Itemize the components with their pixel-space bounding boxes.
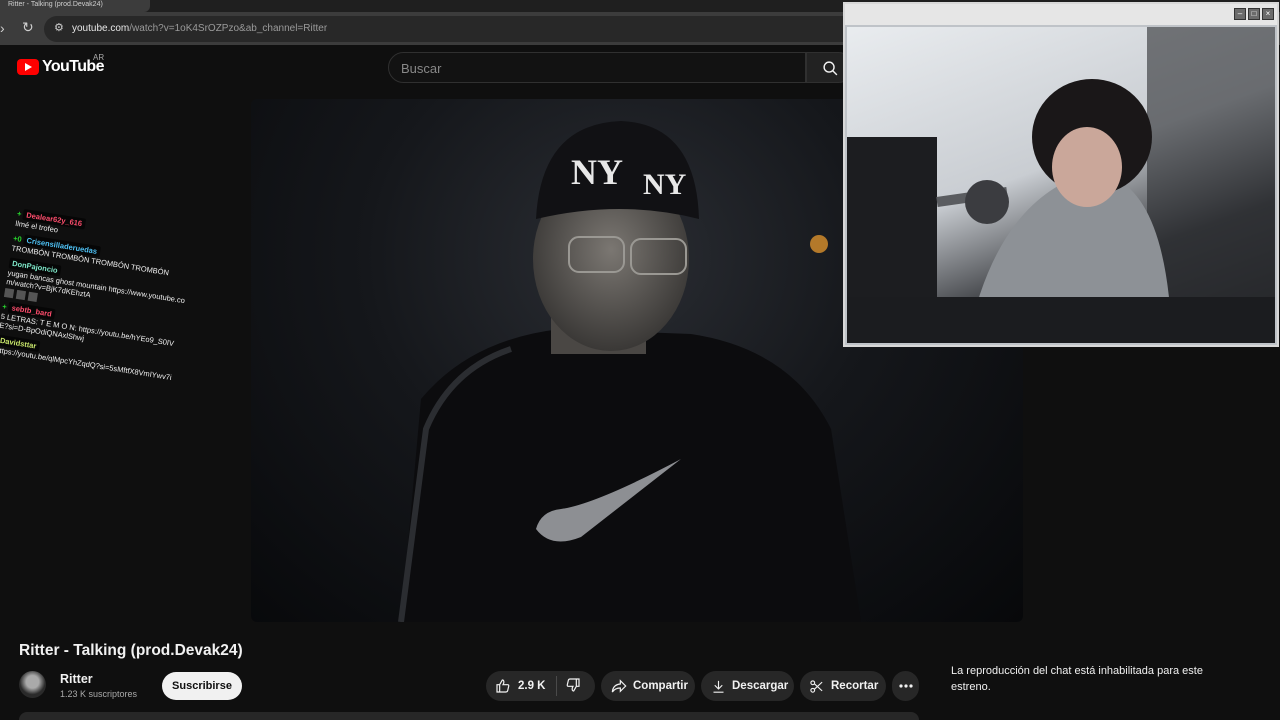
svg-text:NY: NY	[571, 152, 623, 192]
search-icon	[823, 61, 838, 76]
download-icon	[713, 680, 724, 693]
download-button[interactable]: Descargar	[701, 671, 794, 701]
avatar[interactable]	[19, 671, 46, 698]
subscriber-count: 1.23 K suscriptores	[60, 689, 138, 699]
reload-icon[interactable]: ↻	[22, 19, 34, 36]
webcam-feed	[847, 27, 1275, 343]
chat-badge-icon: +	[1, 301, 8, 312]
stream-chat-overlay: + Dealear62y_616 llmé el trofeo +0 Crisensil…	[0, 208, 196, 483]
emote-icon	[27, 291, 38, 302]
country-code: AR	[93, 53, 105, 62]
chat-disabled-message: La reproducción del chat está inhabilita…	[951, 665, 1203, 693]
download-label: Descargar	[732, 680, 789, 692]
url-path: /watch?v=1oK4SrOZPzo&ab_channel=Ritter	[129, 23, 328, 34]
search-box	[388, 52, 806, 84]
minimize-icon[interactable]: –	[1234, 8, 1246, 20]
browser-tab[interactable]: Ritter - Talking (prod.Devak24)	[0, 0, 150, 12]
svg-text:NY: NY	[643, 168, 687, 201]
emote-icon	[3, 287, 15, 298]
channel-name[interactable]: Ritter	[60, 672, 93, 686]
more-horizontal-icon	[898, 684, 913, 688]
maximize-icon[interactable]: □	[1248, 8, 1260, 20]
forward-icon[interactable]: ›	[0, 20, 5, 36]
thumbs-down-icon	[566, 677, 580, 692]
youtube-play-icon	[17, 59, 39, 75]
video-title: Ritter - Talking (prod.Devak24)	[19, 642, 243, 659]
close-icon[interactable]: ×	[1262, 8, 1274, 20]
share-button[interactable]: Compartir	[601, 671, 695, 701]
thumbs-up-icon	[496, 679, 510, 693]
more-actions-button[interactable]	[892, 671, 919, 701]
like-button[interactable]: 2.9 K	[486, 678, 546, 694]
like-count: 2.9 K	[518, 680, 546, 692]
clip-button[interactable]: Recortar	[800, 671, 886, 701]
dislike-button[interactable]	[565, 677, 581, 696]
clip-label: Recortar	[831, 680, 879, 692]
share-label: Compartir	[633, 680, 688, 692]
youtube-logo[interactable]: YouTube AR	[17, 53, 104, 76]
address-bar[interactable]: ⚙ youtube.com/watch?v=1oK4SrOZPzo&ab_cha…	[44, 16, 864, 42]
webcam-titlebar: – □ ×	[845, 4, 1277, 25]
chat-badge-icon: +0	[12, 233, 23, 244]
share-icon	[611, 679, 627, 693]
emote-icon	[15, 289, 27, 300]
search-input[interactable]	[389, 53, 805, 84]
site-info-icon[interactable]: ⚙	[54, 21, 64, 34]
webcam-overlay: – □ ×	[843, 2, 1279, 347]
scissors-icon	[810, 679, 823, 693]
chat-badge-icon: +	[16, 208, 23, 219]
like-dislike-group: 2.9 K	[486, 671, 595, 701]
divider	[555, 676, 557, 696]
url-domain: youtube.com	[72, 23, 130, 34]
description-box[interactable]	[19, 712, 919, 720]
subscribe-button[interactable]: Suscribirse	[162, 672, 242, 700]
